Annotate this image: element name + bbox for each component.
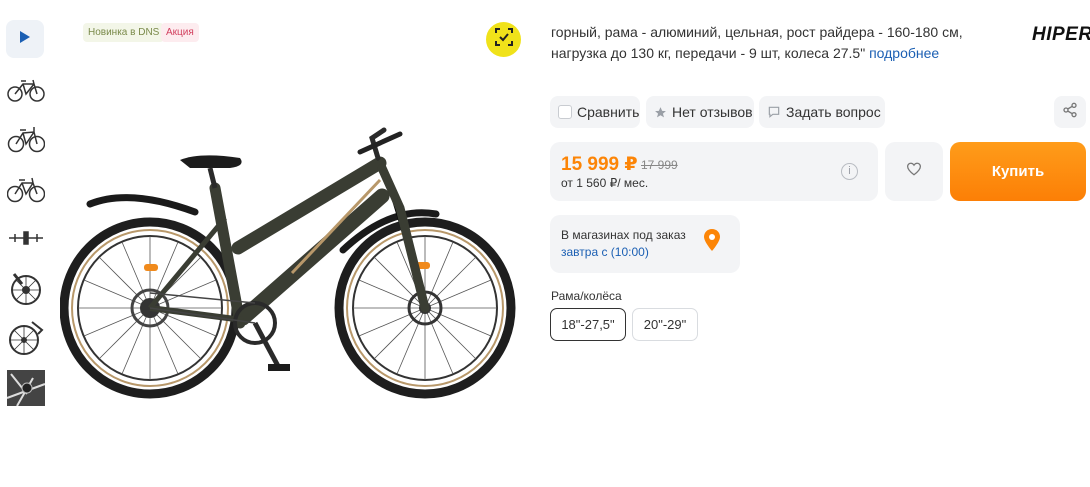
ar-view-button[interactable]: [486, 22, 521, 57]
share-button[interactable]: [1054, 96, 1086, 128]
more-details-link[interactable]: подробнее: [869, 45, 939, 61]
compare-checkbox[interactable]: [558, 105, 572, 119]
share-icon: [1062, 102, 1078, 123]
price-block: 15 999 ₽ 17 999 от 1 560 ₽/ мес. i: [550, 142, 878, 201]
store-availability-block: В магазинах под заказ завтра с (10:00): [550, 215, 740, 273]
frame-wheel-label: Рама/колёса: [551, 289, 622, 303]
star-icon: [654, 106, 667, 119]
thumbnail-7[interactable]: [6, 369, 46, 407]
current-price: 15 999 ₽: [561, 154, 638, 175]
heart-icon: [906, 162, 922, 181]
question-chat-icon: [767, 105, 781, 119]
map-pin-icon[interactable]: [704, 229, 720, 256]
thumbnail-2[interactable]: [6, 120, 46, 158]
reviews-label: Нет отзывов: [672, 104, 753, 120]
variant-option[interactable]: 20"-29": [632, 308, 698, 341]
variant-option-selected[interactable]: 18"-27,5": [550, 308, 626, 341]
credit-price[interactable]: от 1 560 ₽/ мес.: [561, 176, 648, 190]
wishlist-button[interactable]: [885, 142, 943, 201]
thumbnail-5[interactable]: [6, 269, 46, 307]
old-price: 17 999: [641, 158, 678, 172]
thumbnail-6[interactable]: [6, 319, 46, 357]
scan-icon: [494, 27, 514, 52]
compare-label: Сравнить: [577, 104, 640, 120]
store-availability-date[interactable]: завтра с (10:00): [561, 245, 649, 259]
product-main-image[interactable]: [59, 108, 516, 408]
thumbnail-1[interactable]: [6, 71, 46, 109]
product-description: горный, рама - алюминий, цельная, рост р…: [551, 22, 991, 64]
buy-button[interactable]: Купить: [950, 142, 1086, 201]
thumbnail-3[interactable]: [6, 170, 46, 208]
compare-button[interactable]: Сравнить: [550, 96, 640, 128]
play-icon: [19, 30, 31, 49]
thumbnail-4[interactable]: [6, 219, 46, 257]
store-availability-title: В магазинах под заказ: [561, 228, 686, 242]
video-thumbnail-button[interactable]: [6, 20, 44, 58]
ask-question-button[interactable]: Задать вопрос: [759, 96, 885, 128]
ask-question-label: Задать вопрос: [786, 104, 881, 120]
brand-logo[interactable]: HIPER: [1032, 24, 1090, 46]
new-badge: Новинка в DNS: [83, 23, 165, 42]
promo-badge: Акция: [161, 23, 199, 42]
reviews-button[interactable]: Нет отзывов: [646, 96, 754, 128]
info-icon[interactable]: i: [841, 163, 858, 180]
